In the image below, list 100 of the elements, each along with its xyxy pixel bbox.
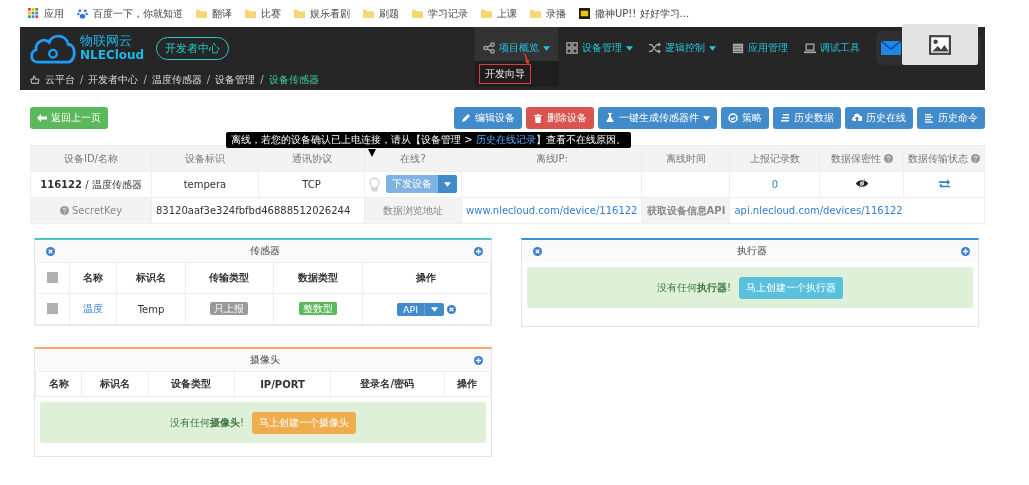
cloud-upload-icon bbox=[852, 113, 862, 123]
table-cell: 数据浏览地址 bbox=[364, 197, 462, 224]
image-icon bbox=[929, 34, 951, 55]
table-cell: Temp bbox=[116, 293, 186, 325]
grid-icon bbox=[566, 42, 578, 54]
column-header: 设备类型 bbox=[148, 371, 235, 397]
column-header: 设备ID/名称 bbox=[30, 145, 152, 172]
exchange-icon bbox=[937, 178, 951, 189]
checkbox[interactable] bbox=[47, 302, 58, 314]
breadcrumb-separator: / bbox=[143, 74, 147, 85]
brand-subtitle: NLECloud bbox=[80, 48, 145, 62]
bookmark-link[interactable]: 上课 bbox=[481, 6, 517, 21]
empty-message: 没有任何摄像头! bbox=[170, 415, 244, 430]
panel-title: 传感器 bbox=[249, 244, 280, 258]
action-button[interactable]: 一键生成传感器件 bbox=[598, 107, 717, 129]
panel-title: 执行器 bbox=[736, 244, 767, 258]
action-button[interactable]: 历史在线 bbox=[845, 107, 913, 129]
column-header: 传输类型 bbox=[185, 262, 274, 294]
delete-icon[interactable] bbox=[447, 304, 456, 314]
bookmark-link[interactable]: 翻译 bbox=[196, 6, 232, 21]
breadcrumb-separator: / bbox=[80, 74, 84, 85]
action-button[interactable]: 历史数据 bbox=[773, 107, 841, 129]
column-header: 名称 bbox=[69, 262, 117, 294]
column-header: IP/PORT bbox=[234, 371, 331, 397]
nav-menu-item[interactable]: 逻辑控制 bbox=[641, 27, 724, 69]
bookmark-link[interactable]: 刷题 bbox=[363, 6, 399, 21]
envelope-icon bbox=[881, 41, 901, 55]
nav-menu-item[interactable]: 调试工具 bbox=[796, 27, 868, 69]
sensor-name-link[interactable]: 温度 bbox=[83, 303, 104, 314]
table-cell: 116122 / 温度传感器 bbox=[30, 171, 152, 198]
column-header: 名称 bbox=[35, 371, 82, 397]
arrow-left-icon bbox=[37, 113, 47, 123]
flask-icon bbox=[605, 113, 615, 123]
action-button[interactable]: 历史命令 bbox=[917, 107, 985, 129]
add-icon[interactable] bbox=[961, 246, 970, 256]
panel-title: 摄像头 bbox=[249, 353, 280, 367]
breadcrumb-separator: / bbox=[260, 74, 264, 85]
list-icon bbox=[924, 113, 934, 123]
column-header: 登录名/密码 bbox=[330, 371, 445, 397]
folder-icon bbox=[245, 8, 256, 19]
folder-icon bbox=[412, 8, 423, 19]
caret-icon bbox=[431, 306, 438, 312]
bookmark-link[interactable]: 娱乐看剧 bbox=[294, 6, 350, 21]
nav-menu-item[interactable]: 应用管理 bbox=[724, 27, 796, 69]
stack-icon bbox=[780, 113, 790, 123]
column-header: 数据传输状态 bbox=[903, 145, 985, 172]
bookmark-link[interactable]: 百度一下，你就知道 bbox=[77, 6, 183, 21]
add-icon[interactable] bbox=[474, 246, 483, 256]
folder-icon bbox=[363, 8, 374, 19]
close-icon[interactable] bbox=[533, 246, 542, 256]
bookmark-link[interactable]: 比赛 bbox=[245, 6, 281, 21]
paw-icon bbox=[77, 8, 88, 19]
folder-icon bbox=[196, 8, 207, 19]
breadcrumb-link[interactable]: 设备传感器 bbox=[268, 72, 319, 87]
bookmark-link[interactable]: 学习记录 bbox=[412, 6, 468, 21]
empty-message: 没有任何执行器! bbox=[657, 280, 731, 295]
trash-icon bbox=[533, 113, 543, 123]
breadcrumb-link[interactable]: 开发者中心 bbox=[88, 72, 139, 87]
action-button[interactable]: 删除设备 bbox=[526, 107, 594, 129]
data-type-label: 整数型 bbox=[299, 302, 338, 315]
device-url-link[interactable]: www.nlecloud.com/device/116122 bbox=[466, 205, 638, 216]
laptop-icon bbox=[804, 42, 816, 54]
breadcrumb-link[interactable]: 设备管理 bbox=[215, 72, 256, 87]
hand-icon bbox=[30, 74, 40, 85]
column-header: 标识名 bbox=[81, 371, 149, 397]
column-header: 离线时间 bbox=[642, 145, 730, 172]
column-header: 上报记录数 bbox=[729, 145, 820, 172]
action-button[interactable]: 策略 bbox=[721, 107, 769, 129]
history-online-link[interactable]: 历史在线记录 bbox=[475, 134, 536, 145]
close-icon[interactable] bbox=[46, 246, 55, 256]
api-url-link[interactable]: api.nlecloud.com/devices/116122 bbox=[734, 205, 903, 216]
pencil-icon bbox=[461, 113, 471, 123]
bookmark-link[interactable]: 应用 bbox=[28, 6, 64, 21]
folder-icon bbox=[294, 8, 305, 19]
apps-grid-icon bbox=[28, 8, 39, 19]
breadcrumb-link[interactable]: 温度传感器 bbox=[151, 72, 202, 87]
arrow-icon bbox=[523, 53, 531, 65]
shuffle-icon bbox=[649, 42, 661, 54]
breadcrumb-link[interactable]: 云平台 bbox=[45, 72, 75, 87]
nav-menu-item[interactable]: 设备管理 bbox=[558, 27, 641, 69]
breadcrumb-separator: / bbox=[206, 74, 211, 85]
bookmark-link[interactable]: 撒神UP!! 好好学习... bbox=[579, 6, 690, 21]
bookmark-link[interactable]: 录播 bbox=[530, 6, 566, 21]
help-icon bbox=[59, 206, 69, 215]
column-header: 数据保密性 bbox=[819, 145, 904, 172]
transfer-type-label: 只上报 bbox=[210, 302, 249, 315]
table-cell: 获取设备信息API bbox=[642, 197, 730, 224]
table-cell: tempera bbox=[151, 171, 259, 198]
tooltip-text: 离线，若您的设备确认已上电连接，请从【设备管理 > 历史在线记录】查看不在线原因。 bbox=[231, 134, 626, 145]
column-header: 操作 bbox=[362, 262, 491, 294]
action-button[interactable]: 编辑设备 bbox=[454, 107, 522, 129]
table-cell: TCP bbox=[258, 171, 365, 198]
add-icon[interactable] bbox=[474, 355, 483, 365]
check-circle-icon bbox=[728, 113, 738, 123]
table-cell: 83120aaf3e324fbfbd46888512026244 bbox=[151, 197, 365, 224]
table-cell: SecretKey bbox=[30, 197, 152, 224]
dropdown-menu-item[interactable]: 开发向导 bbox=[479, 64, 531, 84]
table-cell: 0 bbox=[729, 171, 820, 198]
checkbox[interactable] bbox=[47, 271, 58, 283]
column-header: 数据类型 bbox=[273, 262, 363, 294]
